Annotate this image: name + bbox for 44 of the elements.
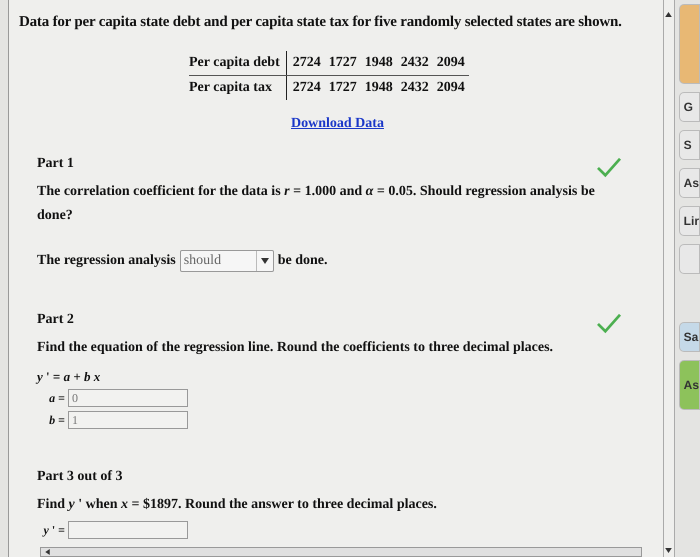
side-button[interactable]: S xyxy=(678,130,700,160)
field-label: a = xyxy=(48,390,65,406)
part-prompt: The correlation coefficient for the data is r = 1.000 and α = 0.05. Should regression analysis be done? xyxy=(37,183,596,225)
side-button[interactable] xyxy=(678,244,700,274)
table-cell: 2724 xyxy=(286,76,325,100)
scrollbar[interactable] xyxy=(662,0,675,557)
answer-text: The regression analysis xyxy=(37,252,176,269)
side-button[interactable] xyxy=(678,4,700,84)
field-label: b = xyxy=(48,412,65,428)
download-link[interactable]: Download Data xyxy=(291,116,384,131)
caret-icon xyxy=(260,258,269,264)
part-prompt: Find the equation of the regression line. Round the coefficients to three decimal places. xyxy=(37,338,554,357)
side-button[interactable]: As xyxy=(678,168,700,198)
answer-dropdown[interactable]: should xyxy=(180,250,274,272)
table-cell: 2432 xyxy=(396,76,433,100)
table-cell: 2094 xyxy=(432,51,469,76)
answer-field[interactable] xyxy=(68,521,188,540)
part-prompt: Find y ' when x = $1897. Round the answer to three decimal places. xyxy=(37,496,438,514)
table-cell: 2724 xyxy=(286,51,325,76)
side-button[interactable]: G xyxy=(678,92,700,122)
part-title: Part 1 xyxy=(37,156,75,172)
side-button[interactable]: Sa xyxy=(678,322,700,352)
part-title: Part 2 xyxy=(37,312,75,328)
answer-field[interactable]: 0 xyxy=(68,389,188,408)
table-cell: 1948 xyxy=(360,76,397,100)
horizontal-scrollbar[interactable] xyxy=(40,547,642,557)
table-cell: 1727 xyxy=(324,51,361,76)
scroll-down-icon xyxy=(665,548,672,553)
field-label: y ' = xyxy=(41,522,65,538)
scroll-up-icon xyxy=(665,12,672,17)
answer-field[interactable]: 1 xyxy=(68,411,188,430)
table-cell: 1727 xyxy=(324,76,361,100)
scroll-left-icon xyxy=(45,549,50,555)
table-cell: 1948 xyxy=(360,51,397,76)
side-button[interactable]: As xyxy=(678,360,700,410)
side-button[interactable]: Lir xyxy=(678,206,700,236)
answer-text: be done. xyxy=(278,252,328,269)
row-header: Per capita debt xyxy=(189,51,286,76)
table-cell: 2432 xyxy=(396,51,433,76)
question-text: Data for per capita state debt and per capita state tax for five randomly selected states are shown. xyxy=(19,14,623,31)
row-header: Per capita tax xyxy=(189,76,286,100)
table-cell: 2094 xyxy=(432,76,469,100)
part-title: Part 3 out of 3 xyxy=(37,469,124,486)
equation: y ' = a + b x xyxy=(37,369,102,386)
